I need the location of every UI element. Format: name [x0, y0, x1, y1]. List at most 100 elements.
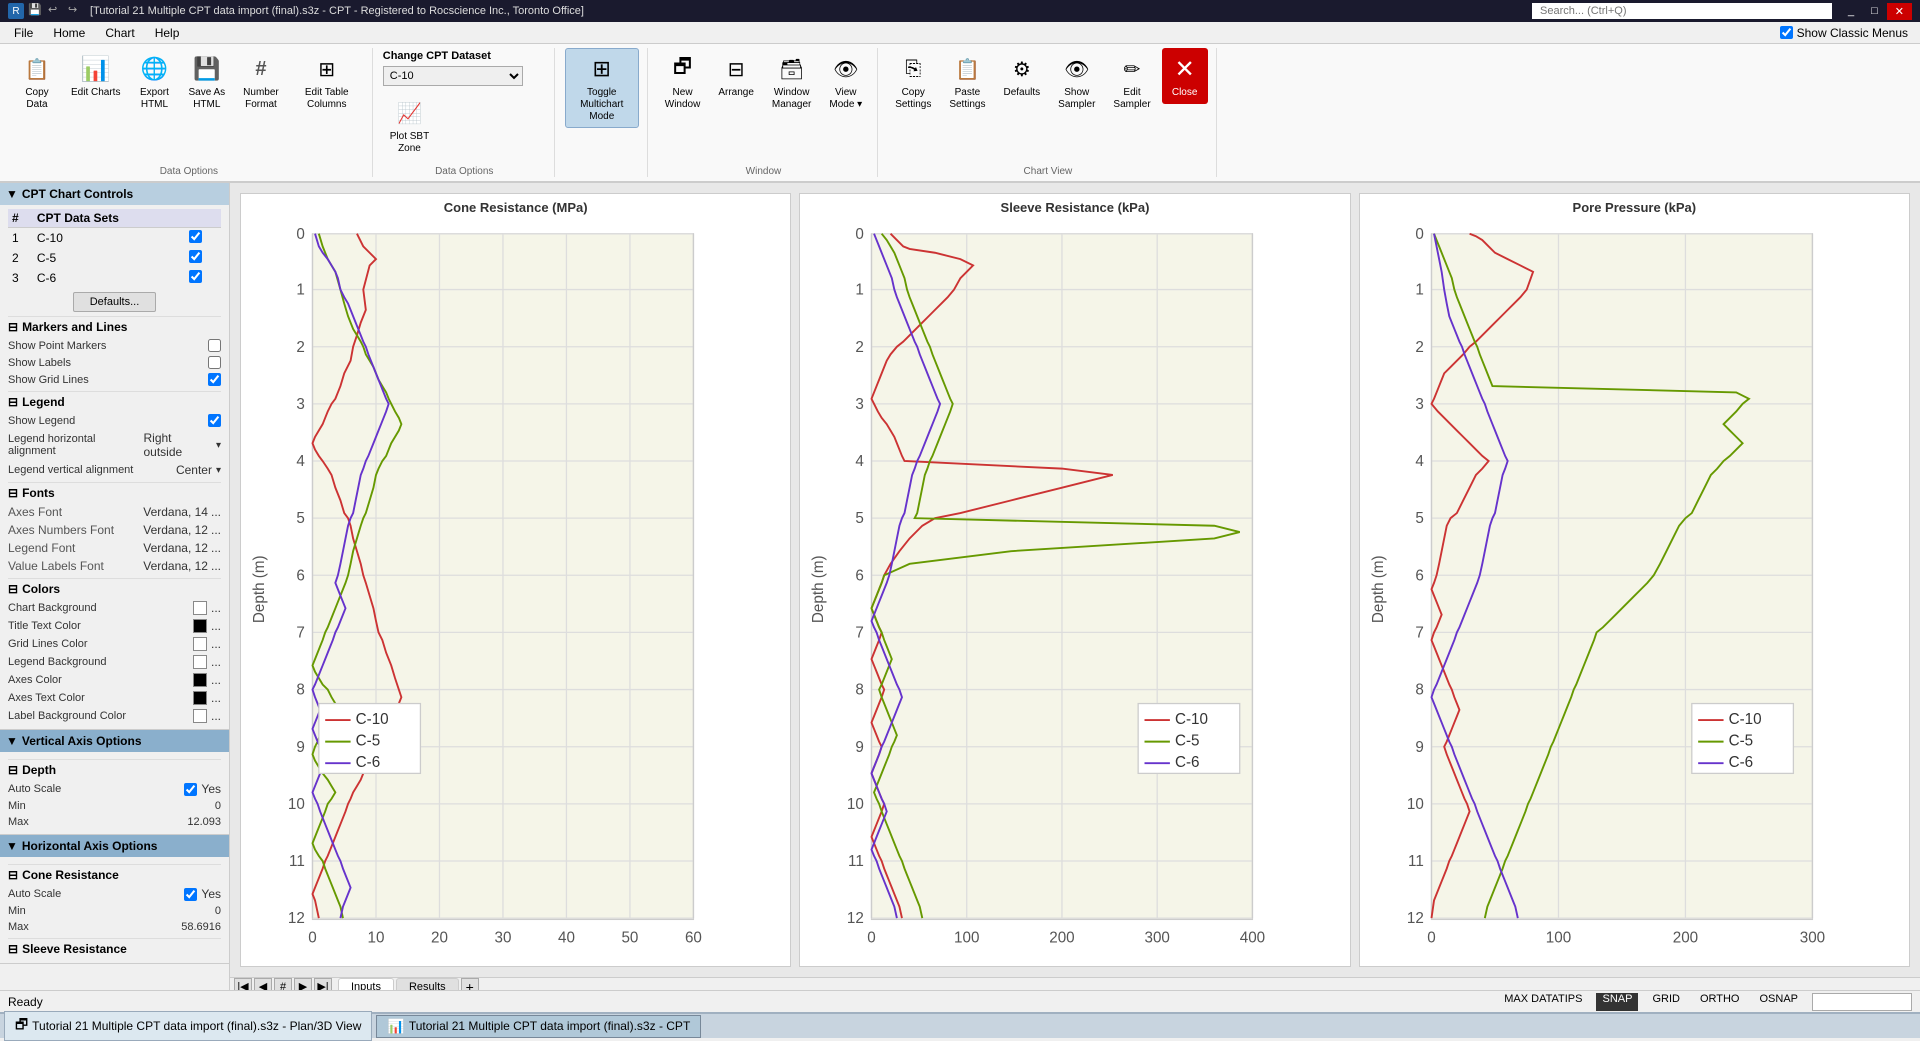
tab-nav-last[interactable]: ▶|	[314, 978, 332, 991]
dataset-check-1[interactable]	[189, 230, 202, 243]
window-manager-button[interactable]: 🗃 WindowManager	[765, 48, 818, 116]
title-text-color-box[interactable]	[193, 619, 207, 633]
status-snap[interactable]: SNAP	[1596, 993, 1638, 1011]
tab-results[interactable]: Results	[396, 978, 459, 990]
legend-horizontal-dropdown[interactable]: ▾	[216, 440, 221, 451]
title-text-color-dots[interactable]: ...	[211, 619, 221, 633]
export-html-button[interactable]: 🌐 ExportHTML	[131, 48, 177, 116]
legend-vertical-text: Center	[176, 463, 212, 477]
status-max-datatips[interactable]: MAX DATATIPS	[1498, 993, 1588, 1011]
svg-text:100: 100	[954, 929, 979, 946]
toggle-multichart-button[interactable]: ⊞ ToggleMultichart Mode	[565, 48, 639, 128]
edit-charts-button[interactable]: 📊 Edit Charts	[64, 48, 127, 104]
cone-max-value: 58.6916	[181, 921, 221, 933]
paste-settings-button[interactable]: 📋 PasteSettings	[942, 48, 992, 116]
value-labels-font-dots[interactable]: ...	[211, 559, 221, 573]
show-legend-checkbox[interactable]	[208, 414, 221, 427]
edit-sampler-button[interactable]: ✏ EditSampler	[1106, 48, 1157, 116]
svg-text:50: 50	[621, 929, 638, 946]
quick-access-redo[interactable]: ↪	[68, 3, 84, 19]
show-sampler-button[interactable]: 👁 ShowSampler	[1051, 48, 1102, 116]
show-labels-checkbox[interactable]	[208, 356, 221, 369]
legend-bg-color-box[interactable]	[193, 655, 207, 669]
cone-auto-scale-checkbox[interactable]	[184, 888, 197, 901]
axes-text-color-box[interactable]	[193, 691, 207, 705]
edit-table-columns-button[interactable]: ⊞ Edit Table Columns	[290, 48, 364, 116]
quick-access-undo[interactable]: ↩	[48, 3, 64, 19]
defaults-button[interactable]: ⚙ Defaults	[996, 48, 1047, 104]
chart-bg-dots[interactable]: ...	[211, 601, 221, 615]
menu-help[interactable]: Help	[145, 24, 190, 42]
horizontal-axis-header[interactable]: ▼ Horizontal Axis Options	[0, 835, 229, 857]
taskbar-item-plan3d[interactable]: 🗗 Tutorial 21 Multiple CPT data import (…	[4, 1011, 372, 1041]
status-grid[interactable]: GRID	[1646, 993, 1686, 1011]
status-ready: Ready	[8, 995, 43, 1009]
save-as-html-button[interactable]: 💾 Save AsHTML	[181, 48, 232, 116]
status-bar: Ready MAX DATATIPS SNAP GRID ORTHO OSNAP	[0, 990, 1920, 1012]
show-labels-label: Show Labels	[8, 357, 71, 369]
quick-access-save[interactable]: 💾	[28, 3, 44, 19]
chart-bg-color[interactable]	[193, 601, 207, 615]
status-input[interactable]	[1812, 993, 1912, 1011]
show-grid-lines-checkbox[interactable]	[208, 373, 221, 386]
axes-numbers-font-dots[interactable]: ...	[211, 523, 221, 537]
minimize-button[interactable]: _	[1840, 3, 1862, 20]
copy-button[interactable]: 📋 CopyData	[14, 48, 60, 116]
axes-color-dots[interactable]: ...	[211, 673, 221, 687]
sleeve-resistance-title: Sleeve Resistance (kPa)	[800, 194, 1349, 217]
legend-bg-dots[interactable]: ...	[211, 655, 221, 669]
dataset-check-2[interactable]	[189, 250, 202, 263]
tab-nav-list[interactable]: #	[274, 978, 292, 991]
axes-font-dots[interactable]: ...	[211, 505, 221, 519]
cone-resistance-inner: 0 10 20 30 40 50 60 0 1 2 3 4 5	[241, 217, 790, 966]
vertical-axis-header[interactable]: ▼ Vertical Axis Options	[0, 730, 229, 752]
number-format-button[interactable]: # NumberFormat	[236, 48, 286, 116]
tab-nav-next[interactable]: ▶	[294, 978, 312, 991]
menu-file[interactable]: File	[4, 24, 43, 42]
plot-sbt-zone-button[interactable]: 📈 Plot SBTZone	[383, 92, 436, 160]
close-button[interactable]: ✕	[1887, 3, 1912, 20]
status-osnap[interactable]: OSNAP	[1753, 993, 1804, 1011]
title-text-color-value: ...	[193, 619, 221, 633]
svg-text:30: 30	[494, 929, 511, 946]
label-bg-color-box[interactable]	[193, 709, 207, 723]
svg-text:100: 100	[1545, 929, 1570, 946]
menu-home[interactable]: Home	[43, 24, 95, 42]
arrange-button[interactable]: ⊟ Arrange	[711, 48, 761, 104]
maximize-button[interactable]: □	[1863, 3, 1886, 20]
svg-text:0: 0	[296, 226, 304, 243]
markers-expand-icon: ⊟	[8, 320, 18, 334]
legend-vertical-dropdown[interactable]: ▾	[216, 465, 221, 476]
defaults-panel-button[interactable]: Defaults...	[73, 292, 157, 312]
show-classic-menus-checkbox[interactable]	[1780, 26, 1793, 39]
show-labels-row: Show Labels	[8, 354, 221, 371]
copy-settings-button[interactable]: ⎘ CopySettings	[888, 48, 938, 116]
new-window-button[interactable]: 🗗 NewWindow	[658, 48, 708, 116]
tab-add-button[interactable]: +	[461, 978, 479, 991]
search-input[interactable]	[1532, 3, 1832, 19]
show-point-markers-checkbox[interactable]	[208, 339, 221, 352]
axes-color-box[interactable]	[193, 673, 207, 687]
tab-nav-first[interactable]: |◀	[234, 978, 252, 991]
label-bg-color-dots[interactable]: ...	[211, 709, 221, 723]
new-window-label: NewWindow	[665, 87, 701, 111]
svg-text:C-6: C-6	[1728, 754, 1753, 771]
axes-text-color-dots[interactable]: ...	[211, 691, 221, 705]
cpt-dataset-select[interactable]: C-10	[383, 66, 523, 86]
close-chart-button[interactable]: ✕ Close	[1162, 48, 1208, 104]
cpt-controls-header[interactable]: ▼ CPT Chart Controls	[0, 183, 229, 205]
window-manager-icon: 🗃	[776, 53, 808, 85]
grid-lines-color-box[interactable]	[193, 637, 207, 651]
tab-nav-prev[interactable]: ◀	[254, 978, 272, 991]
copy-icon: 📋	[21, 53, 53, 85]
legend-font-dots[interactable]: ...	[211, 541, 221, 555]
auto-scale-checkbox[interactable]	[184, 783, 197, 796]
tab-inputs[interactable]: Inputs	[338, 978, 394, 991]
dataset-check-3[interactable]	[189, 270, 202, 283]
view-mode-button[interactable]: 👁 ViewMode ▾	[822, 48, 869, 116]
status-ortho[interactable]: ORTHO	[1694, 993, 1746, 1011]
arrange-label: Arrange	[718, 87, 754, 99]
menu-chart[interactable]: Chart	[95, 24, 144, 42]
taskbar-item-cpt[interactable]: 📊 Tutorial 21 Multiple CPT data import (…	[376, 1015, 701, 1038]
grid-lines-color-dots[interactable]: ...	[211, 637, 221, 651]
